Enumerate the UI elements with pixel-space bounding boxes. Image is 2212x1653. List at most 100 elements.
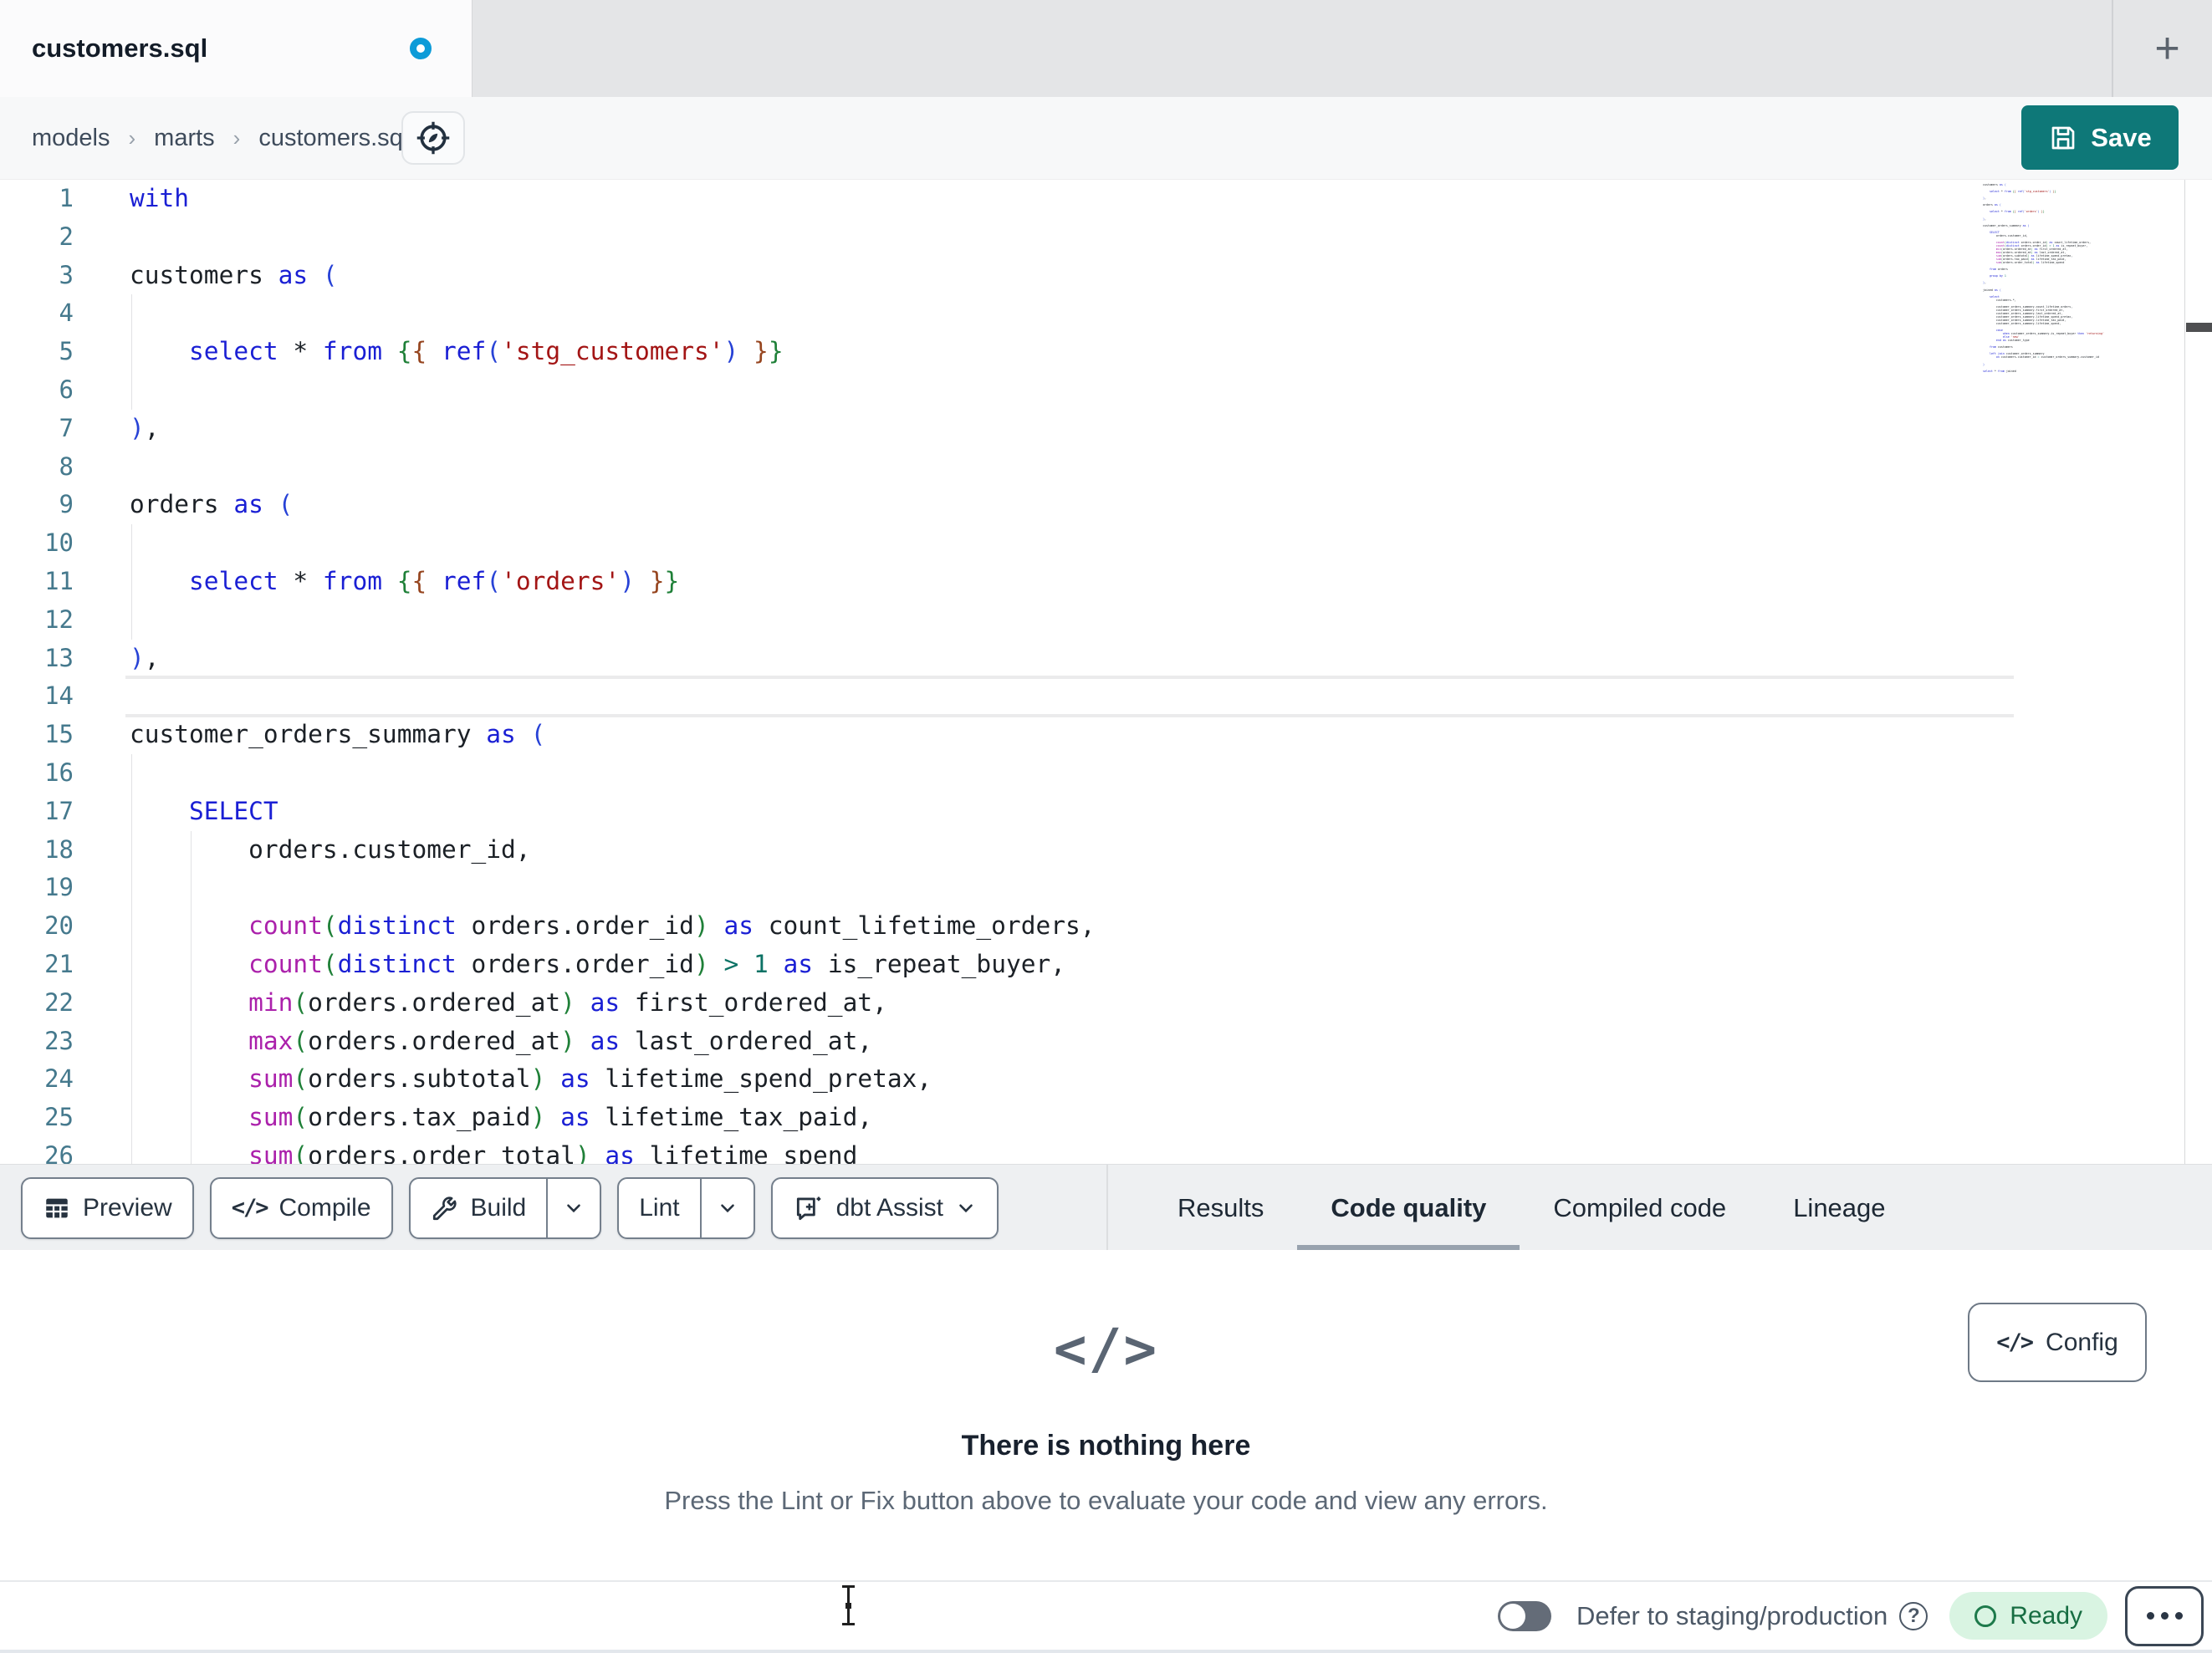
status-badge-label: Ready	[2010, 1601, 2082, 1630]
tab-compiled-code[interactable]: Compiled code	[1520, 1165, 1760, 1251]
action-bar: Preview </> Compile Build Lint dbt Assis…	[0, 1164, 2212, 1251]
code-line[interactable]: 18 orders.customer_id,	[0, 830, 2212, 870]
code-line[interactable]: 12	[0, 600, 2212, 640]
line-number: 18	[44, 834, 74, 864]
more-options-button[interactable]	[2125, 1585, 2204, 1646]
lint-dropdown-button[interactable]	[699, 1178, 754, 1237]
tab-results[interactable]: Results	[1144, 1165, 1297, 1251]
chevron-right-icon: ›	[232, 125, 241, 151]
line-number: 14	[44, 681, 74, 711]
build-button[interactable]: Build	[411, 1179, 547, 1237]
compass-icon	[415, 120, 452, 156]
editor-tab-strip: customers.sql +	[0, 0, 2212, 97]
line-number: 19	[44, 873, 74, 902]
breadcrumb: models › marts › customers.sql	[32, 97, 408, 180]
line-number: 13	[44, 643, 74, 672]
chevron-right-icon: ›	[128, 125, 136, 151]
save-button[interactable]: Save	[2021, 105, 2179, 170]
build-split-button: Build	[408, 1176, 602, 1239]
code-quality-panel: </> There is nothing here Press the Lint…	[0, 1250, 2212, 1580]
dbt-assist-button[interactable]: dbt Assist	[770, 1176, 999, 1239]
code-line[interactable]: 19	[0, 869, 2212, 908]
line-number: 12	[44, 605, 74, 634]
code-line[interactable]: 13),	[0, 640, 2212, 678]
lint-button[interactable]: Lint	[619, 1179, 699, 1237]
toggle-knob	[1500, 1603, 1526, 1629]
editor-minimap[interactable]: with customers as ( select * from {{ ref…	[1983, 180, 2182, 373]
line-number: 2	[59, 222, 74, 251]
status-badge: Ready	[1949, 1592, 2107, 1640]
status-ring-icon	[1974, 1605, 1997, 1627]
code-icon: </>	[1053, 1317, 1159, 1381]
code-line[interactable]: 23 max(orders.ordered_at) as last_ordere…	[0, 1022, 2212, 1061]
code-line[interactable]: 10	[0, 524, 2212, 563]
empty-state: </> There is nothing here Press the Lint…	[0, 1317, 2212, 1516]
tab-lineage[interactable]: Lineage	[1760, 1165, 1918, 1251]
preview-button[interactable]: Preview	[21, 1176, 194, 1239]
tab-code-quality[interactable]: Code quality	[1297, 1165, 1520, 1251]
code-line[interactable]: 15 customer_orders_summary as (	[0, 716, 2212, 754]
code-editor[interactable]: 1 with 2 3 customers as (4 5 select * from {{…	[0, 180, 2212, 1164]
code-line[interactable]: 16	[0, 753, 2212, 793]
ellipsis-icon	[2146, 1612, 2154, 1620]
save-button-label: Save	[2091, 122, 2152, 152]
scrollbar-thumb[interactable]	[2186, 323, 2212, 332]
code-line[interactable]: 8	[0, 448, 2212, 487]
defer-toggle[interactable]	[1498, 1600, 1552, 1631]
open-lineage-compass-button[interactable]	[401, 111, 465, 165]
compile-button[interactable]: </> Compile	[209, 1176, 393, 1239]
build-button-label: Build	[470, 1193, 527, 1222]
build-dropdown-button[interactable]	[546, 1178, 600, 1237]
table-icon	[43, 1194, 71, 1222]
code-line[interactable]: 1 with	[0, 180, 2212, 218]
compile-button-label: Compile	[278, 1193, 371, 1222]
code-line[interactable]: 5 select * from {{ ref('stg_customers') …	[0, 333, 2212, 371]
code-line[interactable]: 25 sum(orders.tax_paid) as lifetime_tax_…	[0, 1099, 2212, 1137]
text-cursor-pointer	[839, 1585, 857, 1625]
tab-strip-divider	[2112, 0, 2113, 97]
line-number: 1	[59, 184, 74, 212]
code-line[interactable]: 20 count(distinct orders.order_id) as co…	[0, 907, 2212, 946]
breadcrumb-marts[interactable]: marts	[154, 125, 215, 152]
code-line[interactable]: 9 orders as (	[0, 486, 2212, 524]
assist-chat-plus-icon	[793, 1192, 825, 1224]
dbt-ide-window: customers.sql + models › marts › custome…	[0, 0, 2212, 1653]
code-line[interactable]: 7),	[0, 410, 2212, 448]
file-tab-title: customers.sql	[32, 33, 208, 63]
line-number: 8	[59, 452, 74, 481]
breadcrumb-models[interactable]: models	[32, 125, 110, 152]
code-line[interactable]: 6	[0, 370, 2212, 410]
line-number: 15	[44, 720, 74, 749]
code-line[interactable]: 26 sum(orders.order_total) as lifetime_s…	[0, 1136, 2212, 1164]
new-tab-button[interactable]: +	[2123, 0, 2212, 97]
wrench-icon	[431, 1194, 459, 1222]
preview-button-label: Preview	[83, 1193, 172, 1222]
file-tab-customers-sql[interactable]: customers.sql	[0, 0, 473, 97]
status-footer: Defer to staging/production ? Ready	[0, 1580, 2212, 1653]
line-number: 9	[59, 490, 74, 519]
config-button[interactable]: </> Config	[1968, 1303, 2147, 1382]
code-line[interactable]: 3 customers as (	[0, 257, 2212, 295]
code-line[interactable]: 22 min(orders.ordered_at) as first_order…	[0, 983, 2212, 1023]
floppy-disk-icon	[2048, 123, 2078, 153]
line-number: 23	[44, 1026, 74, 1055]
line-number: 10	[44, 528, 74, 558]
code-line[interactable]: 2	[0, 218, 2212, 257]
empty-state-title: There is nothing here	[961, 1430, 1251, 1462]
line-number: 21	[44, 949, 74, 978]
line-number: 25	[44, 1103, 74, 1132]
code-line[interactable]: 14	[0, 677, 2212, 716]
code-line[interactable]: 21 count(distinct orders.order_id) > 1 a…	[0, 945, 2212, 984]
line-number: 26	[44, 1140, 74, 1164]
defer-label: Defer to staging/production	[1576, 1600, 1888, 1630]
line-number: 7	[59, 413, 74, 442]
help-icon[interactable]: ?	[1899, 1601, 1928, 1630]
plus-icon: +	[2154, 24, 2180, 73]
chevron-down-icon	[955, 1197, 977, 1219]
code-line[interactable]: 17 SELECT	[0, 792, 2212, 831]
code-line[interactable]: 24 sum(orders.subtotal) as lifetime_spen…	[0, 1060, 2212, 1099]
code-area[interactable]: 1 with 2 3 customers as (4 5 select * from {{…	[0, 180, 2212, 1164]
code-line[interactable]: 11 select * from {{ ref('orders') }}	[0, 562, 2212, 601]
chevron-down-icon	[563, 1197, 585, 1219]
code-line[interactable]: 4	[0, 294, 2212, 334]
